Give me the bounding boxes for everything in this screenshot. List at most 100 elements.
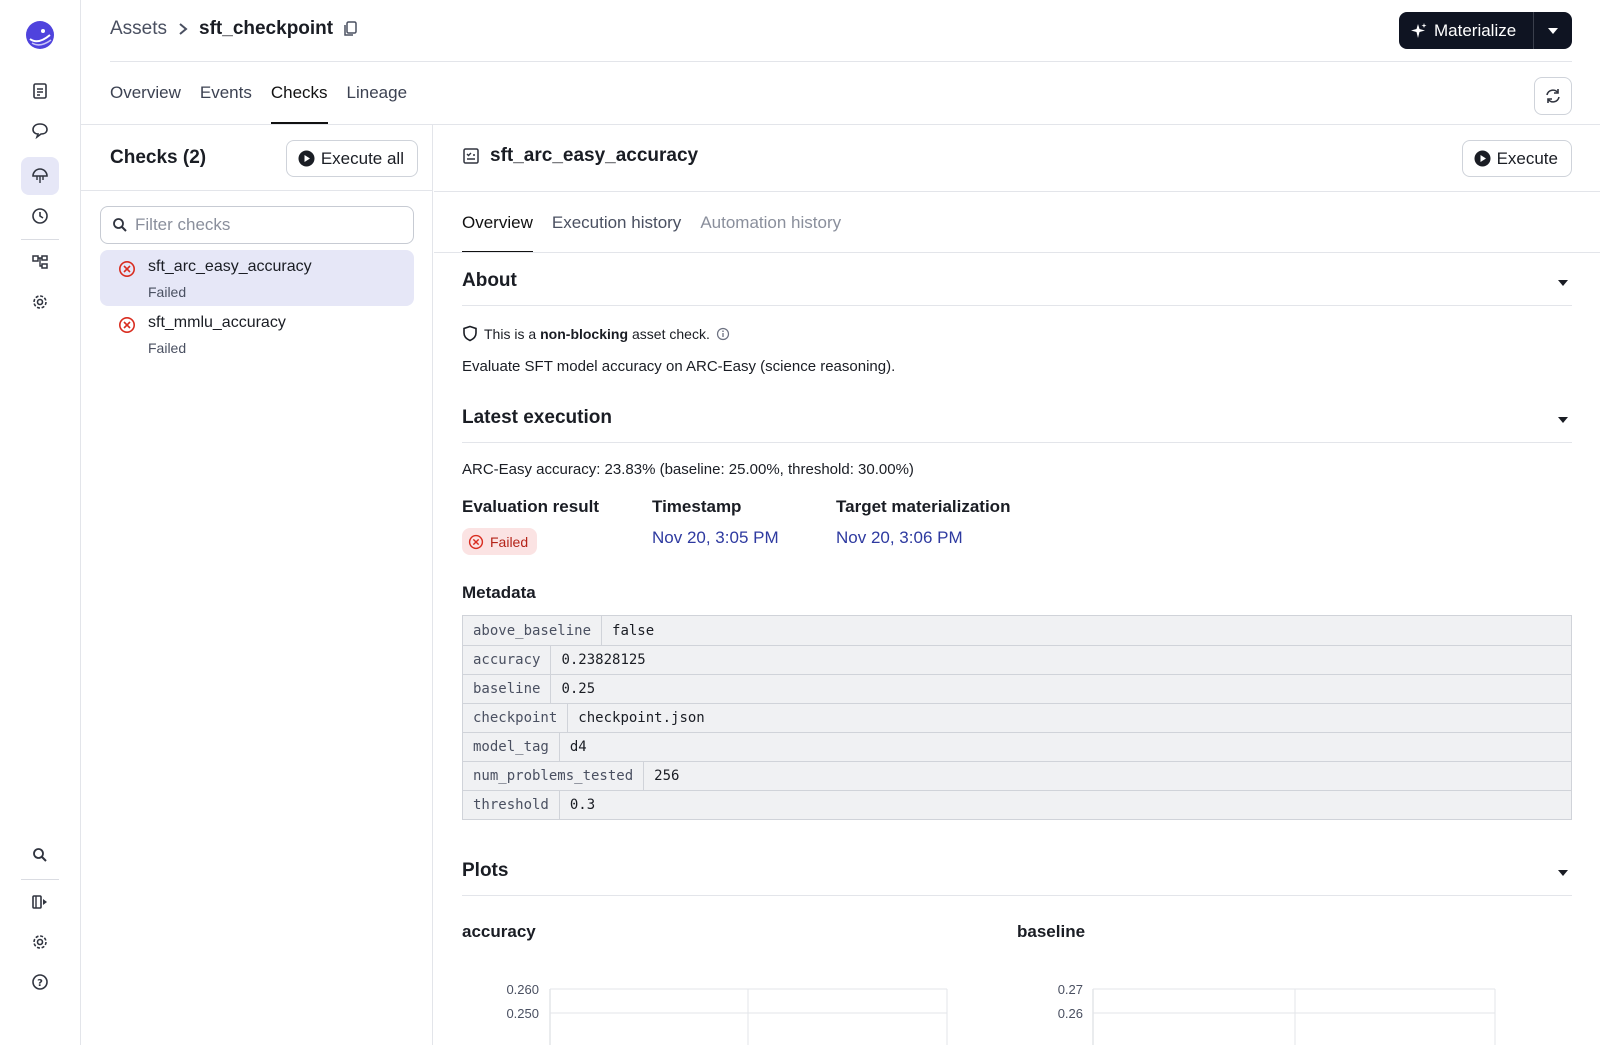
check-description: Evaluate SFT model accuracy on ARC-Easy … xyxy=(462,358,896,375)
section-divider xyxy=(462,895,1572,896)
evaluation-result-column: Evaluation result Failed xyxy=(462,497,599,555)
assets-icon[interactable] xyxy=(21,157,59,195)
evaluation-result-value: Failed xyxy=(490,533,529,550)
chevron-right-icon xyxy=(179,23,188,35)
checks-panel: Checks (2) Execute all sft_arc_easy_accu… xyxy=(81,125,433,1045)
materialize-button[interactable]: Materialize xyxy=(1399,12,1534,49)
tab-overview[interactable]: Overview xyxy=(110,62,181,124)
metadata-key: threshold xyxy=(463,791,560,819)
copy-icon[interactable] xyxy=(341,20,359,38)
tab-check-overview[interactable]: Overview xyxy=(462,192,533,253)
sparkle-icon xyxy=(1411,22,1427,38)
plots-section-header[interactable]: Plots xyxy=(462,860,1572,896)
rail-divider-bottom xyxy=(21,879,59,880)
failed-x-circle-icon xyxy=(119,261,135,277)
info-icon[interactable] xyxy=(716,327,730,341)
asset-tabs: Overview Events Checks Lineage xyxy=(110,62,426,124)
table-row: model_tag d4 xyxy=(463,732,1571,761)
play-circle-icon xyxy=(1474,150,1491,167)
caret-down-icon xyxy=(1558,280,1568,286)
blocking-suffix: asset check. xyxy=(632,325,710,342)
metadata-value: false xyxy=(612,622,655,639)
execute-button[interactable]: Execute xyxy=(1461,140,1572,177)
runs-icon[interactable] xyxy=(21,72,59,110)
metadata-value: 0.23828125 xyxy=(561,652,646,668)
blocking-prefix: This is a xyxy=(484,325,537,342)
play-circle-icon xyxy=(298,150,315,167)
accuracy-plot: 0.260 0.250 xyxy=(506,982,948,1045)
y-tick-label: 0.26 xyxy=(1058,1006,1083,1021)
about-heading: About xyxy=(462,270,517,291)
tab-lineage[interactable]: Lineage xyxy=(347,62,408,124)
y-tick-label: 0.250 xyxy=(506,1006,539,1021)
breadcrumb-current: sft_checkpoint xyxy=(199,18,334,39)
blocking-notice: This is a non-blocking asset check. xyxy=(462,325,736,342)
tab-events[interactable]: Events xyxy=(200,62,252,124)
caret-down-icon xyxy=(1548,27,1558,34)
metadata-value: 0.3 xyxy=(569,797,596,813)
timestamp-link[interactable]: Nov 20, 3:05 PM xyxy=(652,528,779,548)
filter-checks-input[interactable] xyxy=(135,215,405,235)
metadata-value: 256 xyxy=(654,768,680,784)
left-rail: ? xyxy=(0,0,81,1045)
clock-icon[interactable] xyxy=(21,197,59,235)
caret-down-icon xyxy=(1558,417,1568,423)
accuracy-plot-title: accuracy xyxy=(462,922,536,941)
refresh-button[interactable] xyxy=(1534,77,1572,115)
lineage-graph-icon[interactable] xyxy=(21,243,59,281)
metadata-value: d4 xyxy=(569,739,587,755)
materialize-button-group: Materialize xyxy=(1399,12,1572,49)
execute-all-label: Execute all xyxy=(320,148,404,168)
detail-tabs: Overview Execution history Automation hi… xyxy=(462,192,860,253)
metadata-key: above_baseline xyxy=(463,616,603,645)
detail-tabs-divider xyxy=(434,252,1600,253)
chat-icon[interactable] xyxy=(21,111,59,149)
checks-title: Checks (2) xyxy=(110,147,207,168)
search-icon[interactable] xyxy=(21,836,59,874)
latest-execution-section-header[interactable]: Latest execution xyxy=(462,407,1572,443)
asset-check-icon xyxy=(463,148,479,164)
materialize-dropdown-button[interactable] xyxy=(1534,12,1572,49)
section-divider xyxy=(462,442,1572,443)
check-item-status: Failed xyxy=(148,284,187,300)
check-item-sft-arc-easy-accuracy[interactable]: sft_arc_easy_accuracy Failed xyxy=(100,250,414,306)
check-item-sft-mmlu-accuracy[interactable]: sft_mmlu_accuracy Failed xyxy=(100,306,414,362)
timestamp-label: Timestamp xyxy=(652,497,742,516)
help-icon[interactable]: ? xyxy=(21,963,59,1001)
search-icon xyxy=(113,218,127,232)
check-item-name: sft_arc_easy_accuracy xyxy=(148,258,312,275)
metadata-key: baseline xyxy=(463,675,552,703)
collapse-sidebar-icon[interactable] xyxy=(21,883,59,921)
check-title-text: sft_arc_easy_accuracy xyxy=(490,145,699,166)
refresh-icon xyxy=(1546,89,1560,103)
execute-all-button[interactable]: Execute all xyxy=(285,140,418,177)
baseline-plot-title: baseline xyxy=(1017,922,1086,941)
failed-x-circle-icon xyxy=(468,534,484,549)
tab-checks[interactable]: Checks xyxy=(270,62,328,124)
execute-label: Execute xyxy=(1496,148,1558,168)
breadcrumb-assets-link[interactable]: Assets xyxy=(110,18,167,40)
failed-status-badge: Failed xyxy=(462,528,538,555)
metadata-value: 0.25 xyxy=(561,681,596,697)
checks-header-divider xyxy=(81,190,432,191)
user-settings-gear-icon[interactable] xyxy=(21,923,59,961)
target-materialization-label: Target materialization xyxy=(836,497,1011,516)
about-section-header[interactable]: About xyxy=(462,270,1572,306)
tab-execution-history[interactable]: Execution history xyxy=(552,192,681,253)
metadata-value: checkpoint.json xyxy=(578,710,705,726)
svg-text:?: ? xyxy=(37,978,43,989)
check-item-name: sft_mmlu_accuracy xyxy=(148,314,286,331)
target-materialization-link[interactable]: Nov 20, 3:06 PM xyxy=(836,528,1010,548)
table-row: checkpoint checkpoint.json xyxy=(463,703,1571,732)
table-row: baseline 0.25 xyxy=(463,674,1571,703)
settings-gear-icon[interactable] xyxy=(21,283,59,321)
baseline-plot: 0.27 0.26 xyxy=(1058,982,1496,1045)
tab-automation-history[interactable]: Automation history xyxy=(700,192,841,253)
plots-heading: Plots xyxy=(462,860,509,881)
dagster-logo-icon[interactable] xyxy=(21,16,59,54)
check-detail-panel: sft_arc_easy_accuracy Execute Overview E… xyxy=(434,125,1600,1045)
execution-summary: ARC-Easy accuracy: 23.83% (baseline: 25.… xyxy=(462,461,914,478)
evaluation-result-label: Evaluation result xyxy=(462,497,599,516)
materialize-label: Materialize xyxy=(1434,20,1517,40)
filter-checks-field xyxy=(100,206,414,244)
